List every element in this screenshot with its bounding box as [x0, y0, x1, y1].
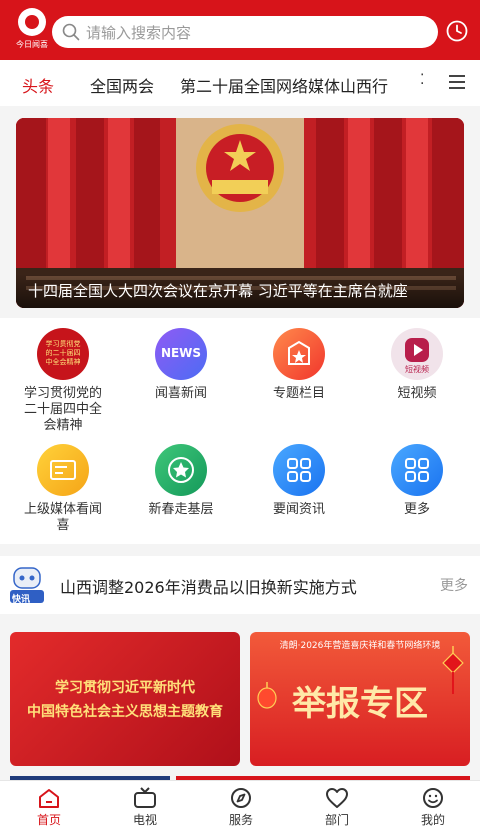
- promo-report-subtitle: 清朗·2026年营造喜庆祥和春节网络环境: [279, 641, 441, 651]
- compass-icon: [231, 788, 251, 808]
- channel-tabs: 头条 全国两会 第二十届全国网络媒体山西行 ⁚: [0, 60, 480, 106]
- app-logo[interactable]: 今日闻喜: [14, 8, 50, 52]
- grid-item-key-news[interactable]: 要闻资讯: [240, 444, 358, 518]
- news-ticker-text[interactable]: 山西调整2026年消费品以旧换新实施方式: [60, 574, 357, 598]
- logo-text: 今日闻喜: [16, 40, 48, 49]
- nav-tv-label: 电视: [132, 813, 157, 827]
- grid-item-higher-media[interactable]: 上级媒体看闻喜: [4, 444, 122, 534]
- history-clock-icon[interactable]: [446, 20, 468, 42]
- nav-service[interactable]: 服务: [211, 787, 271, 828]
- nav-mine[interactable]: 我的: [403, 787, 463, 828]
- grid-label-topics: 专题栏目: [272, 386, 325, 401]
- nav-tv[interactable]: 电视: [115, 787, 175, 828]
- banner-caption-bar: 十四届全国人大四次会议在京开幕 习近平等在主席台就座: [16, 274, 464, 308]
- ticket-glyph-icon: [50, 460, 76, 480]
- topic-glyph-icon: [288, 340, 310, 365]
- bottom-nav: 首页 电视 服务 部门 我的: [0, 780, 480, 832]
- promo-study-line2: 中国特色社会主义思想主题教育: [27, 704, 223, 720]
- search-input[interactable]: 请输入搜索内容: [52, 16, 438, 48]
- grid-item-topics[interactable]: 专题栏目: [240, 328, 358, 402]
- search-icon: [62, 23, 80, 41]
- apps-icon: [273, 444, 325, 496]
- tabs-overflow-dots-icon: ⁚: [420, 72, 425, 88]
- nav-department[interactable]: 部门: [307, 787, 367, 828]
- grid-item-spring-grassroots[interactable]: 新春走基层: [122, 444, 240, 518]
- grid-label-higher-media: 上级媒体看闻喜: [23, 502, 102, 533]
- news-badge-text: NEWS: [160, 346, 202, 360]
- grid-item-more[interactable]: 更多: [358, 444, 476, 518]
- smiley-icon: [423, 788, 443, 808]
- grid-label-spring-grassroots: 新春走基层: [148, 502, 214, 517]
- nav-home[interactable]: 首页: [19, 787, 79, 828]
- tab-headline[interactable]: 头条: [22, 73, 54, 97]
- grid-label-more: 更多: [403, 502, 430, 517]
- header-bar: 今日闻喜 请输入搜索内容: [0, 0, 480, 60]
- grid-label-key-news: 要闻资讯: [272, 502, 325, 517]
- grid-label-study: 学习贯彻党的二十届四中全会精神: [23, 386, 102, 433]
- short-video-icon: 短视频: [391, 328, 443, 380]
- promo-study-text: 学习贯彻习近平新时代 中国特色社会主义思想主题教育: [10, 676, 240, 724]
- heart-icon: [326, 788, 348, 808]
- lantern-left-icon: [257, 682, 277, 709]
- nav-home-label: 首页: [36, 813, 61, 827]
- shortcut-grid: 学习贯彻党的二十届四中全会精神 学习贯彻党的二十届四中全会精神 NEWS 闻喜新…: [0, 318, 480, 544]
- grid-item-short-video[interactable]: 短视频 短视频: [358, 328, 476, 402]
- tv-icon: [134, 787, 156, 808]
- chinese-knot-icon: [442, 646, 464, 694]
- grid-label-news: 闻喜新闻: [154, 386, 207, 401]
- promo-card-report[interactable]: 清朗·2026年营造喜庆祥和春节网络环境 举报专区: [250, 632, 470, 766]
- channel-menu-icon[interactable]: [448, 74, 466, 90]
- logo-mark-icon: [18, 8, 46, 36]
- promo-card-study[interactable]: 学习贯彻习近平新时代 中国特色社会主义思想主题教育: [10, 632, 240, 766]
- nav-service-label: 服务: [228, 813, 253, 827]
- grid-item-study[interactable]: 学习贯彻党的二十届四中全会精神 学习贯彻党的二十届四中全会精神: [4, 328, 122, 434]
- study-badge-text: 学习贯彻党的二十届四中全会精神: [45, 340, 81, 366]
- promo-study-line1: 学习贯彻习近平新时代: [55, 680, 195, 696]
- tabs-fade: [400, 60, 435, 106]
- grid-label-short-video: 短视频: [397, 386, 437, 401]
- promo-report-title: 举报专区: [292, 684, 428, 724]
- nav-department-label: 部门: [324, 813, 349, 827]
- news-ticker[interactable]: 快讯 山西调整2026年消费品以旧换新实施方式 更多: [0, 556, 480, 614]
- news-ticker-more-link[interactable]: 更多: [440, 575, 468, 595]
- star-glyph-icon: [168, 457, 194, 483]
- short-video-badge-text: 短视频: [405, 365, 429, 374]
- news-icon: NEWS: [155, 328, 207, 380]
- star-icon: [155, 444, 207, 496]
- headline-banner[interactable]: 十四届全国人大四次会议在京开幕 习近平等在主席台就座: [16, 118, 464, 308]
- apps-glyph-icon: [287, 458, 311, 482]
- banner-caption: 十四届全国人大四次会议在京开幕 习近平等在主席台就座: [28, 282, 408, 300]
- home-icon: [39, 789, 59, 808]
- more-apps-icon: [391, 444, 443, 496]
- topic-icon: [273, 328, 325, 380]
- more-apps-glyph-icon: [405, 458, 429, 482]
- grid-item-news[interactable]: NEWS 闻喜新闻: [122, 328, 240, 402]
- tab-two-sessions[interactable]: 全国两会: [90, 73, 154, 97]
- tab-media-tour[interactable]: 第二十届全国网络媒体山西行: [180, 73, 388, 97]
- search-placeholder: 请输入搜索内容: [86, 24, 192, 42]
- nav-mine-label: 我的: [420, 813, 445, 827]
- ticket-icon: [37, 444, 89, 496]
- study-badge-icon: 学习贯彻党的二十届四中全会精神: [37, 328, 89, 380]
- news-ticker-badge: 快讯: [12, 595, 31, 605]
